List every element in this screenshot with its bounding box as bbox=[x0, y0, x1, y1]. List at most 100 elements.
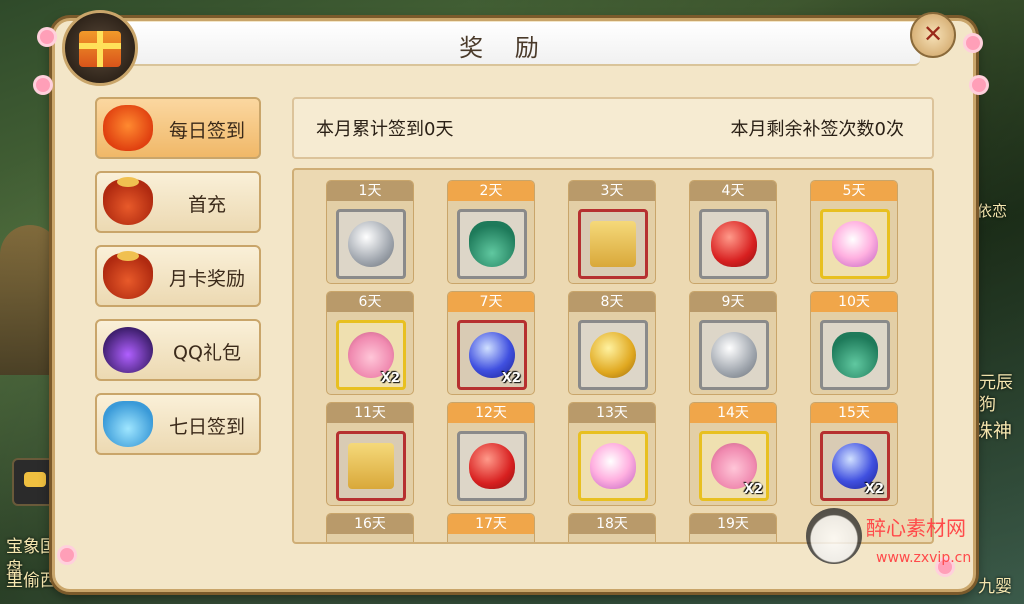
reward-item-slot[interactable]: X2 bbox=[336, 320, 406, 390]
day-reward-cell[interactable]: 5天 bbox=[810, 180, 898, 284]
tab-label: 月卡奖励 bbox=[168, 268, 245, 290]
tab-first-recharge[interactable]: 首充 bbox=[95, 171, 261, 233]
makeup-remaining-text: 本月剩余补签次数0次 bbox=[730, 119, 904, 140]
pet-egg-icon bbox=[590, 443, 636, 489]
day-label: 15天 bbox=[811, 403, 897, 423]
scroll-icon bbox=[590, 221, 636, 267]
red-gem-icon bbox=[711, 221, 757, 267]
lucky-bag-icon bbox=[103, 177, 153, 225]
red-gem-icon bbox=[469, 443, 515, 489]
reward-item-slot[interactable] bbox=[457, 209, 527, 279]
reward-item-slot[interactable] bbox=[699, 320, 769, 390]
item-quantity: X2 bbox=[864, 482, 884, 497]
panel-title: 奖 励 bbox=[459, 34, 551, 62]
tab-qq-gift[interactable]: QQ礼包 bbox=[95, 319, 261, 381]
signin-info-bar: 本月累计签到0天 本月剩余补签次数0次 bbox=[292, 97, 934, 159]
watermark-url: www.zxvip.cn bbox=[876, 550, 972, 566]
day-label: 7天 bbox=[448, 292, 534, 312]
day-reward-cell[interactable]: 7天 X2 bbox=[447, 291, 535, 395]
day-reward-cell[interactable]: 13天 bbox=[568, 402, 656, 506]
day-reward-cell[interactable]: 17天 bbox=[447, 513, 535, 544]
reward-item-slot[interactable] bbox=[699, 209, 769, 279]
day-label: 1天 bbox=[327, 181, 413, 201]
reward-item-slot[interactable] bbox=[578, 320, 648, 390]
day-label: 13天 bbox=[569, 403, 655, 423]
flower-decoration-icon bbox=[36, 78, 50, 92]
panda-logo-icon bbox=[806, 508, 862, 564]
silver-coin-icon bbox=[711, 332, 757, 378]
daily-reward-grid[interactable]: 1天 2天 3天 4天 5天 6天 X2 7天 X2 8天 9天 10天 11天 12天 13天 14天 X2 1… bbox=[292, 168, 934, 544]
day-label: 6天 bbox=[327, 292, 413, 312]
jade-leaf-icon bbox=[469, 221, 515, 267]
day-label: 19天 bbox=[690, 514, 776, 534]
gift-box-icon bbox=[62, 10, 138, 86]
day-label: 5天 bbox=[811, 181, 897, 201]
day-label: 16天 bbox=[327, 514, 413, 534]
day-reward-cell[interactable]: 6天 X2 bbox=[326, 291, 414, 395]
background-chat-text: 里偷西 bbox=[6, 571, 57, 591]
day-reward-cell[interactable]: 10天 bbox=[810, 291, 898, 395]
reward-item-slot[interactable] bbox=[699, 542, 769, 544]
watermark: 醉心素材网 www.zxvip.cn bbox=[806, 508, 1006, 588]
blue-bag-icon bbox=[103, 401, 153, 447]
close-button[interactable]: ✕ bbox=[910, 12, 956, 58]
day-reward-cell[interactable]: 1天 bbox=[326, 180, 414, 284]
flower-decoration-icon bbox=[972, 78, 986, 92]
day-label: 11天 bbox=[327, 403, 413, 423]
reward-item-slot[interactable]: X2 bbox=[457, 320, 527, 390]
day-label: 12天 bbox=[448, 403, 534, 423]
reward-item-slot[interactable] bbox=[457, 542, 527, 544]
tab-label: 每日签到 bbox=[168, 120, 245, 142]
title-bar: 奖 励 bbox=[90, 22, 920, 66]
day-label: 8天 bbox=[569, 292, 655, 312]
jade-leaf-icon bbox=[832, 332, 878, 378]
reward-item-slot[interactable] bbox=[336, 209, 406, 279]
day-reward-cell[interactable]: 19天 bbox=[689, 513, 777, 544]
tab-seven-day-signin[interactable]: 七日签到 bbox=[95, 393, 261, 455]
day-reward-cell[interactable]: 18天 bbox=[568, 513, 656, 544]
day-label: 17天 bbox=[448, 514, 534, 534]
day-reward-cell[interactable]: 8天 bbox=[568, 291, 656, 395]
day-reward-cell[interactable]: 12天 bbox=[447, 402, 535, 506]
background-hut bbox=[0, 225, 60, 375]
gold-coin-icon bbox=[590, 332, 636, 378]
qq-gift-icon bbox=[103, 327, 153, 373]
red-envelope-icon bbox=[103, 105, 153, 151]
item-quantity: X2 bbox=[743, 482, 763, 497]
day-label: 10天 bbox=[811, 292, 897, 312]
day-reward-cell[interactable]: 11天 bbox=[326, 402, 414, 506]
day-reward-cell[interactable]: 9天 bbox=[689, 291, 777, 395]
item-quantity: X2 bbox=[380, 371, 400, 386]
flower-decoration-icon bbox=[60, 548, 74, 562]
tab-label: 七日签到 bbox=[168, 416, 245, 438]
tab-label: 首充 bbox=[187, 194, 226, 216]
reward-item-slot[interactable] bbox=[820, 320, 890, 390]
reward-item-slot[interactable] bbox=[578, 209, 648, 279]
reward-item-slot[interactable] bbox=[336, 431, 406, 501]
day-label: 14天 bbox=[690, 403, 776, 423]
day-reward-cell[interactable]: 15天 X2 bbox=[810, 402, 898, 506]
flower-decoration-icon bbox=[40, 30, 54, 44]
reward-item-slot[interactable]: X2 bbox=[820, 431, 890, 501]
day-label: 9天 bbox=[690, 292, 776, 312]
reward-item-slot[interactable] bbox=[820, 209, 890, 279]
background-npc-name: 诛神 bbox=[974, 420, 1013, 442]
tab-month-card[interactable]: 月卡奖励 bbox=[95, 245, 261, 307]
silver-coin-icon bbox=[348, 221, 394, 267]
lucky-bag-icon bbox=[103, 251, 153, 299]
reward-item-slot[interactable]: X2 bbox=[699, 431, 769, 501]
reward-item-slot[interactable] bbox=[578, 431, 648, 501]
day-reward-cell[interactable]: 4天 bbox=[689, 180, 777, 284]
day-reward-cell[interactable]: 16天 bbox=[326, 513, 414, 544]
reward-item-slot[interactable] bbox=[457, 431, 527, 501]
cumulative-signin-text: 本月累计签到0天 bbox=[316, 119, 454, 140]
day-reward-cell[interactable]: 3天 bbox=[568, 180, 656, 284]
tab-label: QQ礼包 bbox=[173, 342, 241, 364]
tab-daily-signin[interactable]: 每日签到 bbox=[95, 97, 261, 159]
reward-item-slot[interactable] bbox=[336, 542, 406, 544]
close-x-icon: ✕ bbox=[922, 20, 944, 48]
day-reward-cell[interactable]: 14天 X2 bbox=[689, 402, 777, 506]
day-reward-cell[interactable]: 2天 bbox=[447, 180, 535, 284]
reward-item-slot[interactable] bbox=[578, 542, 648, 544]
pet-egg-icon bbox=[832, 221, 878, 267]
